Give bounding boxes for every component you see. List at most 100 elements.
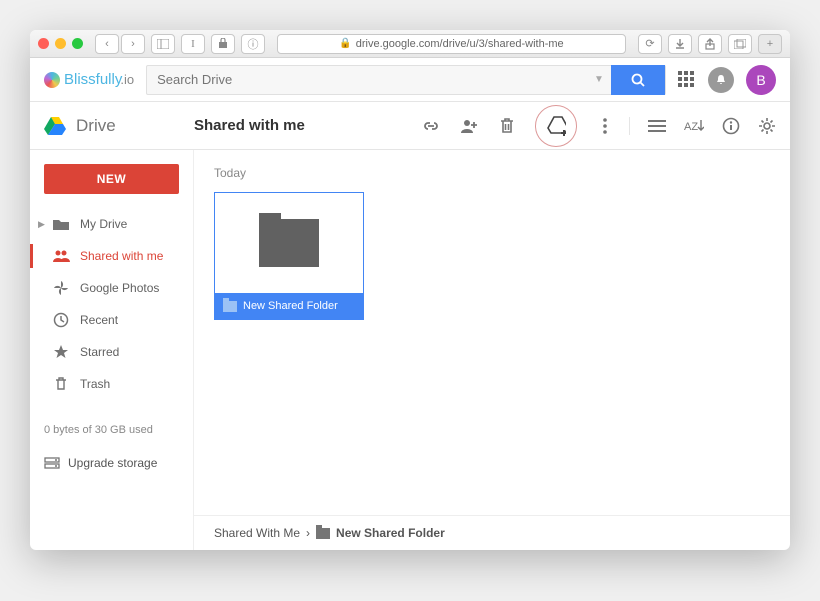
https-lock-icon: 🔒: [339, 38, 351, 49]
apps-grid-icon[interactable]: [678, 71, 696, 89]
sidebar-item-label: Recent: [80, 313, 118, 327]
sidebar-toggle-button[interactable]: [151, 34, 175, 54]
brand-name-2: .io: [120, 72, 134, 87]
forward-button[interactable]: ›: [121, 34, 145, 54]
blissfully-logo[interactable]: Blissfully.io: [44, 71, 134, 88]
search-icon: [630, 72, 646, 88]
details-button[interactable]: [722, 117, 740, 135]
info-button[interactable]: ⓘ: [241, 34, 265, 54]
lock-button[interactable]: [211, 34, 235, 54]
sidebar-item-trash[interactable]: Trash: [30, 368, 193, 400]
breadcrumb-current[interactable]: New Shared Folder: [336, 526, 445, 540]
expand-arrow-icon[interactable]: ▶: [38, 219, 45, 230]
new-tab-button[interactable]: +: [758, 34, 782, 54]
search-dropdown-caret-icon[interactable]: ▼: [587, 74, 611, 85]
sidebar-item-shared-with-me[interactable]: Shared with me: [30, 240, 193, 272]
search-input[interactable]: [147, 72, 587, 87]
sidebar-item-label: Shared with me: [80, 249, 163, 263]
new-button-label: NEW: [97, 172, 127, 186]
add-to-drive-button[interactable]: [546, 116, 566, 136]
brand-name-1: Blissfully: [64, 71, 122, 88]
more-vert-icon: [602, 117, 608, 135]
close-window-button[interactable]: [38, 38, 49, 49]
trash-icon: [52, 375, 70, 393]
sidebar-item-my-drive[interactable]: ▶ My Drive: [30, 208, 193, 240]
window-controls: [38, 38, 83, 49]
more-actions-button[interactable]: [595, 116, 615, 136]
search-box[interactable]: ▼: [146, 65, 666, 95]
url-text: drive.google.com/drive/u/3/shared-with-m…: [356, 38, 564, 50]
storage-icon: [44, 457, 60, 469]
trash-icon: [498, 116, 516, 136]
info-icon: [722, 117, 740, 135]
back-button[interactable]: ‹: [95, 34, 119, 54]
folder-label-bar: New Shared Folder: [215, 293, 363, 319]
download-button[interactable]: [668, 34, 692, 54]
notifications-button[interactable]: [708, 67, 734, 93]
sidebar-item-starred[interactable]: Starred: [30, 336, 193, 368]
browser-titlebar: ‹ › I ⓘ 🔒 drive.google.com/drive/u/3/sha…: [30, 30, 790, 58]
reload-button[interactable]: ⟳: [638, 34, 662, 54]
zoom-window-button[interactable]: [72, 38, 83, 49]
sort-az-icon: AZ: [684, 118, 704, 134]
folder-item-selected[interactable]: New Shared Folder: [214, 192, 364, 320]
link-icon: [421, 116, 441, 136]
sidebar-item-recent[interactable]: Recent: [30, 304, 193, 336]
browser-window: ‹ › I ⓘ 🔒 drive.google.com/drive/u/3/sha…: [30, 30, 790, 550]
breadcrumb-sep: ›: [306, 526, 310, 540]
drive-add-icon: [546, 115, 566, 137]
sidebar: NEW ▶ My Drive Shared with me Google: [30, 150, 194, 550]
drive-triangle-icon: [44, 116, 66, 136]
drive-logo[interactable]: Drive: [44, 116, 194, 136]
svg-text:AZ: AZ: [684, 121, 698, 133]
address-bar[interactable]: 🔒 drive.google.com/drive/u/3/shared-with…: [277, 34, 626, 54]
sort-button[interactable]: AZ: [684, 118, 704, 134]
sidebar-item-label: Starred: [80, 345, 119, 359]
minimize-window-button[interactable]: [55, 38, 66, 49]
upgrade-storage-link[interactable]: Upgrade storage: [30, 450, 193, 476]
upgrade-label: Upgrade storage: [68, 456, 157, 470]
breadcrumb-root[interactable]: Shared With Me: [214, 526, 300, 540]
folder-name: New Shared Folder: [243, 300, 338, 312]
bell-icon: [714, 73, 728, 87]
storage-usage: 0 bytes of 30 GB used: [30, 410, 193, 450]
new-button[interactable]: NEW: [44, 164, 179, 194]
sidebar-item-google-photos[interactable]: Google Photos: [30, 272, 193, 304]
breadcrumb: Shared With Me › New Shared Folder: [194, 515, 790, 550]
account-avatar[interactable]: B: [746, 65, 776, 95]
view-controls: AZ: [629, 117, 776, 135]
breadcrumb-folder-icon: [316, 528, 330, 539]
list-icon: [648, 119, 666, 133]
photos-icon: [52, 279, 70, 297]
remove-button[interactable]: [497, 116, 517, 136]
action-bar: Drive Shared with me: [30, 102, 790, 150]
gear-icon: [758, 117, 776, 135]
list-view-button[interactable]: [648, 119, 666, 133]
mini-folder-icon: [223, 301, 237, 312]
drive-app-name: Drive: [76, 116, 116, 136]
search-button[interactable]: [611, 65, 665, 95]
get-link-button[interactable]: [421, 116, 441, 136]
clock-icon: [52, 311, 70, 329]
people-icon: [52, 247, 70, 265]
main-content: Today New Shared Folder Shared With Me ›…: [194, 150, 790, 550]
blissfully-logo-icon: [44, 72, 60, 88]
drive-folder-icon: [52, 215, 70, 233]
folder-icon: [259, 219, 319, 267]
section-heading: Today: [214, 166, 770, 180]
reader-button[interactable]: I: [181, 34, 205, 54]
sidebar-item-label: Google Photos: [80, 281, 159, 295]
settings-button[interactable]: [758, 117, 776, 135]
app-body: NEW ▶ My Drive Shared with me Google: [30, 150, 790, 550]
add-to-drive-highlight: [535, 105, 577, 147]
folder-preview: [215, 193, 363, 293]
tabs-button[interactable]: [728, 34, 752, 54]
sidebar-item-label: Trash: [80, 377, 110, 391]
sidebar-item-label: My Drive: [80, 217, 127, 231]
avatar-initial: B: [756, 72, 765, 88]
person-add-icon: [459, 116, 479, 136]
share-button[interactable]: [698, 34, 722, 54]
star-icon: [52, 343, 70, 361]
add-people-button[interactable]: [459, 116, 479, 136]
header-bar: Blissfully.io ▼ B: [30, 58, 790, 102]
